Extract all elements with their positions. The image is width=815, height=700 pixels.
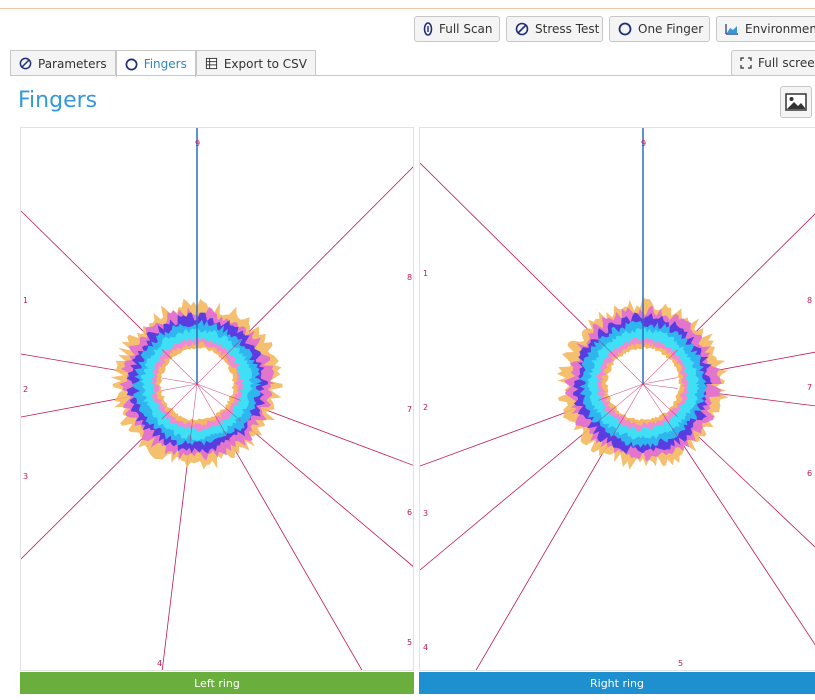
tab-fingers-label: Fingers — [143, 57, 187, 71]
finger-label-1: 1 — [423, 269, 428, 278]
left-ring-footer: Left ring — [20, 672, 414, 694]
environment-button[interactable]: Environment — [716, 16, 815, 42]
right-ring-chart: 9 1 2 3 4 5 6 7 8 — [419, 127, 815, 671]
tab-parameters[interactable]: Parameters — [10, 50, 116, 76]
stress-icon — [515, 22, 529, 36]
image-icon — [785, 93, 807, 111]
finger-label-5: 5 — [678, 659, 683, 668]
ring-icon — [618, 22, 632, 36]
stress-test-button[interactable]: Stress Test — [506, 16, 603, 42]
csv-icon — [205, 57, 218, 70]
finger-label-3: 3 — [23, 472, 28, 481]
finger-icon — [423, 22, 433, 36]
save-image-button[interactable] — [780, 86, 812, 118]
finger-label-7: 7 — [807, 383, 812, 392]
right-ring-label: Right ring — [590, 676, 644, 690]
area-chart-icon — [725, 23, 739, 35]
full-scan-label: Full Scan — [439, 22, 493, 36]
tab-export-csv[interactable]: Export to CSV — [195, 50, 317, 76]
finger-label-2: 2 — [423, 403, 428, 412]
one-finger-button[interactable]: One Finger — [609, 16, 710, 42]
finger-label-1: 1 — [23, 296, 28, 305]
top-divider — [0, 8, 815, 9]
finger-label-8: 8 — [407, 273, 412, 282]
finger-label-5: 5 — [407, 638, 412, 647]
left-ring-chart: 9 1 2 3 4 5 6 7 8 — [20, 127, 414, 671]
expand-icon — [740, 57, 752, 69]
right-ring-footer: Right ring — [419, 672, 815, 694]
full-screen-label: Full screen — [758, 56, 815, 70]
finger-label-6: 6 — [807, 469, 812, 478]
finger-label-3: 3 — [423, 509, 428, 518]
full-screen-button[interactable]: Full screen — [731, 50, 815, 76]
finger-label-4: 4 — [423, 643, 428, 652]
stress-test-label: Stress Test — [535, 22, 600, 36]
one-finger-label: One Finger — [638, 22, 704, 36]
tab-parameters-label: Parameters — [38, 56, 107, 71]
full-scan-button[interactable]: Full Scan — [414, 16, 500, 42]
finger-label-2: 2 — [23, 385, 28, 394]
left-ring-label: Left ring — [194, 676, 240, 690]
finger-label-8: 8 — [807, 296, 812, 305]
finger-label-4: 4 — [157, 659, 162, 668]
finger-label-6: 6 — [407, 508, 412, 517]
finger-ring-icon — [125, 58, 138, 71]
tab-bar: Parameters Fingers Export to CSV — [10, 50, 317, 77]
finger-label-9: 9 — [195, 139, 200, 148]
tab-divider — [10, 75, 815, 76]
page-title: Fingers — [18, 88, 98, 113]
parameters-icon — [19, 57, 32, 70]
environment-label: Environment — [745, 22, 815, 36]
finger-label-9: 9 — [641, 139, 646, 148]
finger-label-7: 7 — [407, 405, 412, 414]
tab-export-csv-label: Export to CSV — [223, 56, 308, 71]
tab-fingers[interactable]: Fingers — [115, 50, 196, 77]
